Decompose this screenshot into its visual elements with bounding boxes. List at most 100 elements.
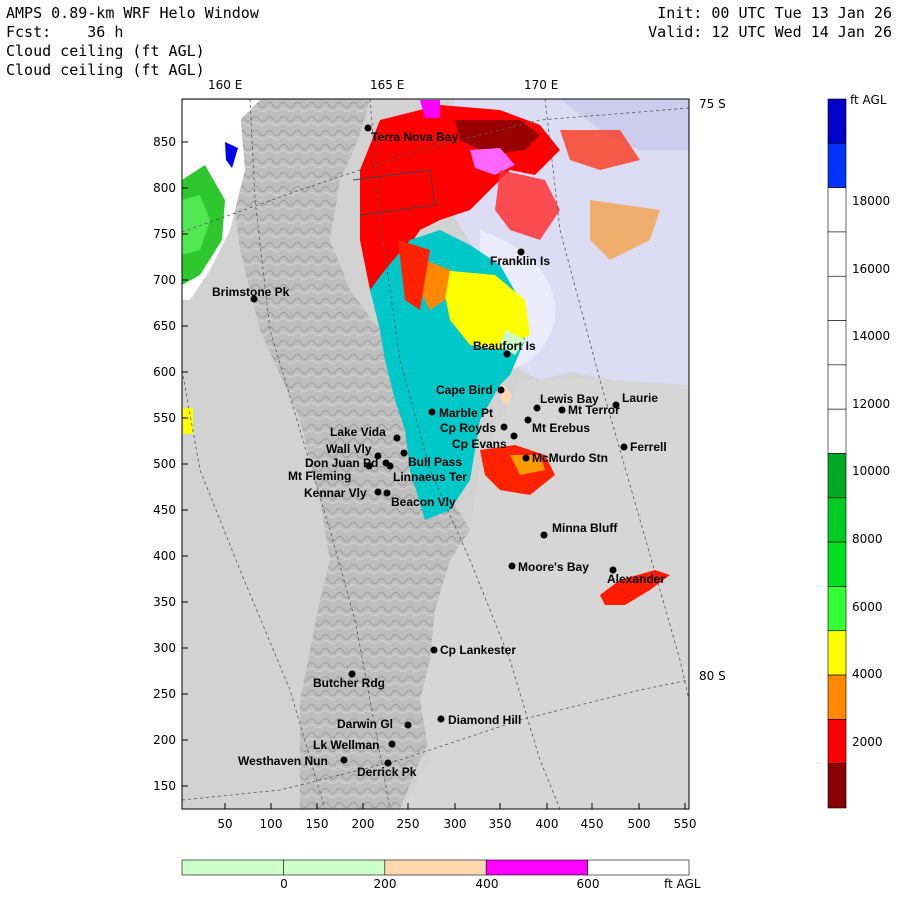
colorbar-right-swatch xyxy=(827,541,847,587)
colorbar-bottom-swatch xyxy=(485,859,588,876)
colorbar-right-label: 4000 xyxy=(852,667,883,681)
place-marker xyxy=(404,721,412,729)
colorbar-right-label: 8000 xyxy=(852,532,883,546)
x-tick-label: 50 xyxy=(217,817,232,831)
y-tick-label: 550 xyxy=(153,411,176,425)
colorbar-right-swatch xyxy=(827,98,847,144)
place-label: Minna Bluff xyxy=(552,521,618,535)
colorbar-right-label: 12000 xyxy=(852,397,890,411)
place-marker xyxy=(497,386,505,394)
colorbar-bottom-label: 600 xyxy=(577,877,600,891)
place-label: Cp Evans xyxy=(452,437,507,451)
y-tick-label: 350 xyxy=(153,595,176,609)
x-tick-label: 100 xyxy=(260,817,283,831)
colorbar-bottom-label: 200 xyxy=(374,877,397,891)
colorbar-right-swatch xyxy=(827,763,847,809)
y-tick-label: 400 xyxy=(153,549,176,563)
colorbar-right-swatch xyxy=(827,630,847,676)
y-tick-label: 800 xyxy=(153,181,176,195)
colorbar-bottom-swatch xyxy=(587,859,690,876)
place-label: Wall Vly xyxy=(326,442,372,456)
colorbar-right-label: 16000 xyxy=(852,262,890,276)
place-marker xyxy=(393,434,401,442)
place-label: Mt Erebus xyxy=(532,421,590,435)
colorbar-right-swatch xyxy=(827,275,847,321)
colorbar-bottom-swatch xyxy=(283,859,386,876)
lat-label-75: 75 S xyxy=(699,97,726,111)
map-field xyxy=(182,99,689,809)
place-marker xyxy=(524,416,532,424)
y-tick-label: 150 xyxy=(153,779,176,793)
place-label: Don Juan Pd xyxy=(305,456,378,470)
y-axis: 850 800 750 700 650 600 550 500 450 400 350 300 250 2… xyxy=(153,135,188,793)
colorbar-bottom: 0 200 400 600 xyxy=(181,859,690,891)
place-label: Beaufort Is xyxy=(473,339,536,353)
colorbar-right-label: 10000 xyxy=(852,464,890,478)
x-tick-label: 150 xyxy=(306,817,329,831)
place-marker xyxy=(508,562,516,570)
colorbar-right-swatch xyxy=(827,231,847,277)
place-marker xyxy=(620,443,628,451)
y-tick-label: 450 xyxy=(153,503,176,517)
place-label: Linnaeus Ter xyxy=(393,470,467,484)
place-marker xyxy=(540,531,548,539)
y-tick-label: 200 xyxy=(153,733,176,747)
map-canvas: 50 100 150 200 250 300 350 400 450 500 550 850 800 7… xyxy=(153,78,890,891)
colorbar-right-swatch xyxy=(827,586,847,632)
place-marker xyxy=(437,715,445,723)
colorbar-right-label: 6000 xyxy=(852,600,883,614)
place-label: Moore's Bay xyxy=(518,560,589,574)
place-label: Bull Pass xyxy=(408,455,462,469)
place-label: Kennar Vly xyxy=(304,486,367,500)
colorbar-right-swatch xyxy=(827,719,847,764)
colorbar-right-swatch xyxy=(827,408,847,454)
place-marker xyxy=(558,406,566,414)
place-label: Derrick Pk xyxy=(357,765,417,779)
colorbar-bottom-swatch xyxy=(384,859,487,876)
colorbar-right-swatch xyxy=(827,497,847,543)
place-label: Laurie xyxy=(622,391,658,405)
place-label: Ferrell xyxy=(630,440,667,454)
place-marker xyxy=(386,462,394,470)
x-tick-label: 250 xyxy=(397,817,420,831)
y-tick-label: 600 xyxy=(153,365,176,379)
colorbar-right-label: 18000 xyxy=(852,194,890,208)
place-marker xyxy=(374,488,382,496)
place-label: Cape Bird xyxy=(436,383,493,397)
x-tick-label: 550 xyxy=(674,817,697,831)
place-label: Darwin Gl xyxy=(337,717,393,731)
lat-label-80: 80 S xyxy=(699,669,726,683)
x-tick-label: 300 xyxy=(444,817,467,831)
lon-label-170: 170 E xyxy=(524,78,558,92)
colorbar-right: 18000 16000 14000 12000 10000 8000 6000 4000 200… xyxy=(827,98,890,809)
place-label: Mt Terror xyxy=(568,403,620,417)
x-tick-label: 450 xyxy=(581,817,604,831)
place-label: Alexander xyxy=(607,572,665,586)
lon-label-165: 165 E xyxy=(370,78,404,92)
place-label: Mt Fleming xyxy=(288,469,351,483)
colorbar-right-label: 2000 xyxy=(852,735,883,749)
colorbar-bottom-unit: ft AGL xyxy=(664,877,701,891)
colorbar-bottom-label: 400 xyxy=(476,877,499,891)
place-marker xyxy=(522,454,530,462)
colorbar-bottom-swatch xyxy=(181,859,284,876)
place-label: Beacon Vly xyxy=(391,495,456,509)
place-label: McMurdo Stn xyxy=(532,451,608,465)
x-tick-label: 350 xyxy=(489,817,512,831)
place-marker xyxy=(428,408,436,416)
place-label: Diamond Hill xyxy=(448,713,521,727)
place-label: Lk Wellman xyxy=(313,738,379,752)
place-label: Cp Lankester xyxy=(440,643,516,657)
place-label: Westhaven Nun xyxy=(238,754,328,768)
colorbar-bottom-label: 0 xyxy=(280,877,288,891)
colorbar-right-swatch xyxy=(827,674,847,720)
place-marker xyxy=(400,449,408,457)
colorbar-right-unit: ft AGL xyxy=(850,93,887,107)
x-tick-label: 200 xyxy=(352,817,375,831)
place-label: Franklin Is xyxy=(490,254,550,268)
yellow-edge-patch xyxy=(183,408,193,434)
place-marker xyxy=(510,432,518,440)
place-label: Terra Nova Bay xyxy=(371,130,458,144)
place-marker xyxy=(383,489,391,497)
colorbar-right-swatch xyxy=(827,364,847,410)
